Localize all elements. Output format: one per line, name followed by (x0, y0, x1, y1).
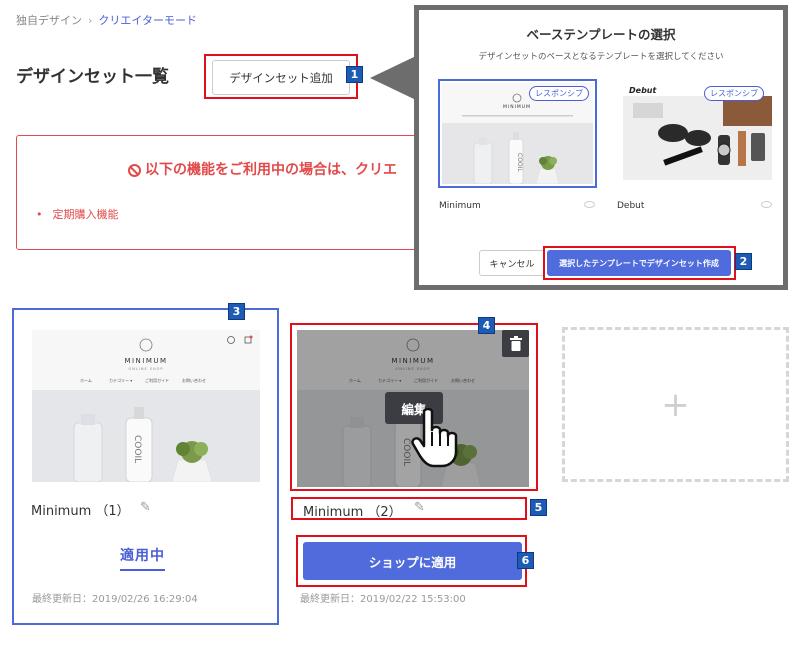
callout-badge-6: 6 (517, 552, 534, 569)
callout-badge-4: 4 (478, 317, 495, 334)
cancel-button[interactable]: キャンセル (479, 250, 545, 276)
minimum-brand: MINIMUM (124, 357, 167, 365)
minimum-brand: MINIMUM (503, 104, 531, 110)
applied-status: 適用中 (120, 545, 165, 571)
minimum-brand-sub: ONLINE SHOP (128, 367, 163, 371)
responsive-tag-minimum: レスポンシブ (529, 86, 589, 101)
design-set-thumbnail-1[interactable]: MINIMUM ONLINE SHOP ホーム カテゴリー ▾ ご利用ガイド お… (32, 330, 260, 482)
alert-list-item: 定期購入機能 (36, 206, 119, 222)
page-title: デザインセット一覧 (16, 67, 169, 87)
debut-logo: Debut (629, 86, 657, 95)
callout-pointer (370, 56, 416, 100)
nav-item: ご利用ガイド (145, 377, 169, 383)
nav-item: お問い合わせ (182, 377, 206, 383)
breadcrumb-parent[interactable]: 独自デザイン (16, 14, 82, 27)
preview-eye-icon[interactable] (761, 201, 772, 208)
callout-badge-1: 1 (346, 66, 363, 83)
callout-badge-3: 3 (228, 303, 245, 320)
preview-eye-icon[interactable] (584, 201, 595, 208)
bottle-label: COOIL (132, 435, 142, 463)
add-design-set-button[interactable]: デザインセット追加 (212, 60, 350, 95)
design-set-name-1: Minimum （1） (31, 504, 130, 519)
plus-icon: + (661, 384, 690, 425)
add-design-set-card[interactable]: + (562, 327, 789, 482)
prohibited-icon (128, 164, 141, 177)
apply-to-shop-button[interactable]: ショップに適用 (303, 542, 522, 580)
alert-box (16, 135, 436, 250)
last-updated-1: 最終更新日：2019/02/26 16:29:04 (32, 594, 198, 605)
pencil-icon[interactable]: ✎ (140, 500, 151, 515)
breadcrumb: 独自デザイン › クリエイターモード (16, 12, 197, 28)
modal-title: ベーステンプレートの選択 (526, 27, 676, 42)
trash-icon[interactable] (502, 330, 529, 357)
template-name-minimum: Minimum (439, 201, 481, 211)
callout-badge-2: 2 (735, 253, 752, 270)
hand-cursor-icon (411, 408, 458, 468)
responsive-tag-debut: レスポンシブ (704, 86, 764, 101)
nav-item: ホーム (80, 378, 92, 383)
bottle-label: COOIL (516, 153, 523, 172)
template-name-debut: Debut (617, 201, 645, 211)
last-updated-2: 最終更新日：2019/02/22 15:53:00 (300, 594, 466, 605)
alert-title: 以下の機能をご利用中の場合は、クリエ (128, 159, 397, 179)
modal-subtitle: デザインセットのベースとなるテンプレートを選択してください (478, 52, 724, 62)
callout-badge-5: 5 (530, 499, 547, 516)
pencil-icon[interactable]: ✎ (414, 500, 425, 515)
breadcrumb-current: クリエイターモード (98, 14, 197, 27)
create-from-template-button[interactable]: 選択したテンプレートでデザインセット作成 (547, 250, 731, 276)
nav-item: カテゴリー ▾ (109, 377, 132, 383)
design-set-name-2: Minimum （2） (303, 505, 402, 520)
alert-title-text: 以下の機能をご利用中の場合は、クリエ (145, 162, 397, 178)
chevron-right-icon: › (88, 14, 93, 27)
